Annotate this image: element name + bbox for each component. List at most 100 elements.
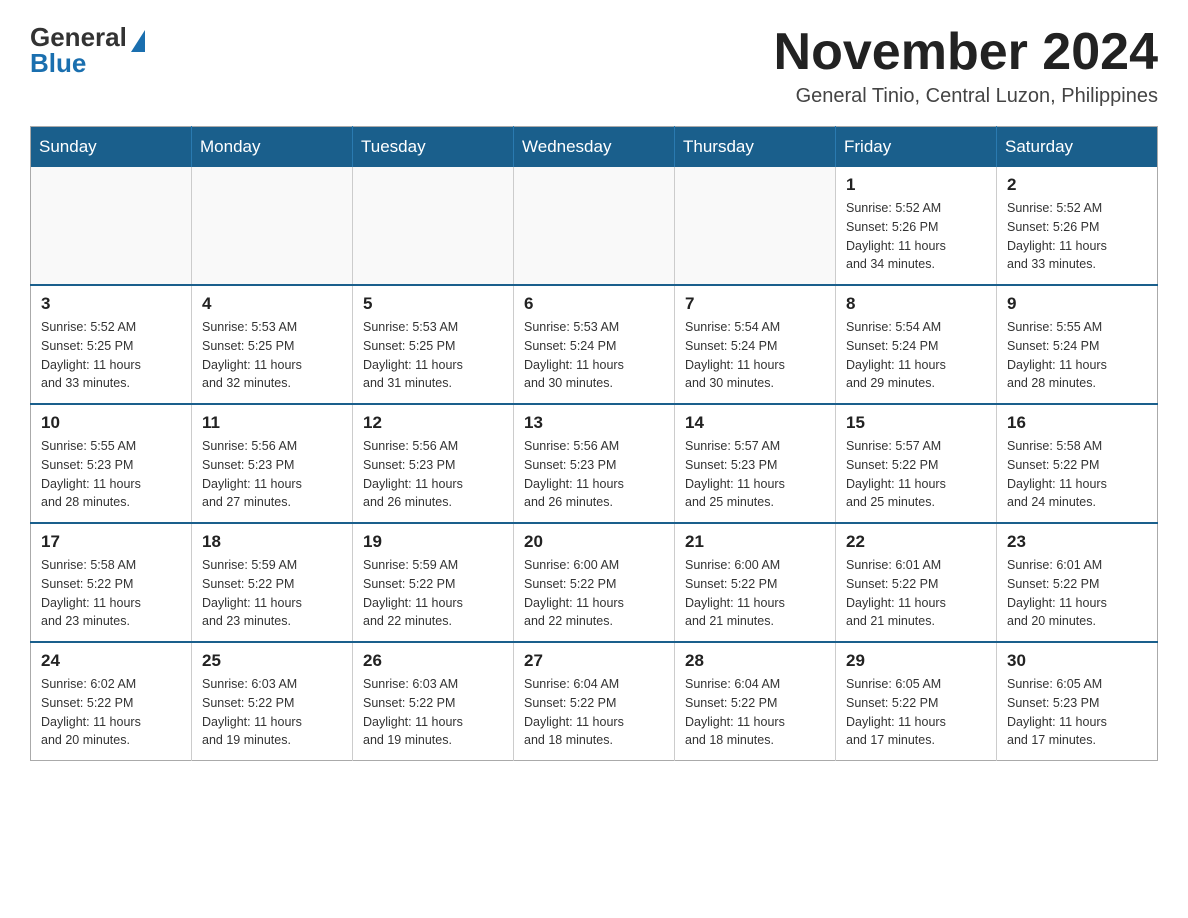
day-number: 4	[202, 294, 342, 314]
day-info: Sunrise: 5:56 AM Sunset: 5:23 PM Dayligh…	[524, 437, 664, 512]
day-info: Sunrise: 6:01 AM Sunset: 5:22 PM Dayligh…	[846, 556, 986, 631]
day-info: Sunrise: 5:58 AM Sunset: 5:22 PM Dayligh…	[1007, 437, 1147, 512]
day-number: 30	[1007, 651, 1147, 671]
day-number: 10	[41, 413, 181, 433]
day-number: 14	[685, 413, 825, 433]
day-number: 12	[363, 413, 503, 433]
calendar-week-row: 1Sunrise: 5:52 AM Sunset: 5:26 PM Daylig…	[31, 167, 1158, 285]
day-info: Sunrise: 5:52 AM Sunset: 5:26 PM Dayligh…	[1007, 199, 1147, 274]
day-info: Sunrise: 5:58 AM Sunset: 5:22 PM Dayligh…	[41, 556, 181, 631]
calendar-cell	[514, 167, 675, 285]
day-number: 25	[202, 651, 342, 671]
day-number: 20	[524, 532, 664, 552]
calendar-week-row: 17 Sunrise: 5:58 AM Sunset: 5:22 PM Dayli…	[31, 523, 1158, 642]
logo: General Blue	[30, 24, 145, 76]
day-number: 5	[363, 294, 503, 314]
day-number: 29	[846, 651, 986, 671]
day-info: Sunrise: 5:52 AM Sunset: 5:26 PM Dayligh…	[846, 199, 986, 274]
day-info: Sunrise: 5:56 AM Sunset: 5:23 PM Dayligh…	[363, 437, 503, 512]
day-info: Sunrise: 5:59 AM Sunset: 5:22 PM Dayligh…	[202, 556, 342, 631]
month-title: November 2024	[774, 24, 1158, 81]
day-number: 23	[1007, 532, 1147, 552]
day-number: 3	[41, 294, 181, 314]
day-info: Sunrise: 5:53 AM Sunset: 5:24 PM Dayligh…	[524, 318, 664, 393]
calendar-cell	[31, 167, 192, 285]
calendar-cell: 17 Sunrise: 5:58 AM Sunset: 5:22 PM Dayli…	[31, 523, 192, 642]
day-info: Sunrise: 5:59 AM Sunset: 5:22 PM Dayligh…	[363, 556, 503, 631]
calendar-cell: 15 Sunrise: 5:57 AM Sunset: 5:22 PM Dayli…	[836, 404, 997, 523]
calendar-cell: 21Sunrise: 6:00 AM Sunset: 5:22 PM Dayli…	[675, 523, 836, 642]
calendar-weekday-sunday: Sunday	[31, 127, 192, 168]
logo-blue: Blue	[30, 50, 86, 76]
day-number: 7	[685, 294, 825, 314]
day-number: 13	[524, 413, 664, 433]
logo-triangle-icon	[131, 30, 145, 52]
calendar-cell: 20 Sunrise: 6:00 AM Sunset: 5:22 PM Dayli…	[514, 523, 675, 642]
calendar-cell: 8 Sunrise: 5:54 AM Sunset: 5:24 PM Daylig…	[836, 285, 997, 404]
day-info: Sunrise: 5:55 AM Sunset: 5:24 PM Dayligh…	[1007, 318, 1147, 393]
calendar-cell: 14Sunrise: 5:57 AM Sunset: 5:23 PM Dayli…	[675, 404, 836, 523]
calendar-cell: 30 Sunrise: 6:05 AM Sunset: 5:23 PM Dayli…	[997, 642, 1158, 761]
calendar-cell: 3 Sunrise: 5:52 AM Sunset: 5:25 PM Daylig…	[31, 285, 192, 404]
day-info: Sunrise: 5:55 AM Sunset: 5:23 PM Dayligh…	[41, 437, 181, 512]
day-info: Sunrise: 5:53 AM Sunset: 5:25 PM Dayligh…	[202, 318, 342, 393]
day-number: 16	[1007, 413, 1147, 433]
calendar-cell: 13 Sunrise: 5:56 AM Sunset: 5:23 PM Dayli…	[514, 404, 675, 523]
day-number: 19	[363, 532, 503, 552]
calendar-weekday-thursday: Thursday	[675, 127, 836, 168]
page-header: General Blue November 2024 General Tinio…	[30, 24, 1158, 108]
day-info: Sunrise: 6:04 AM Sunset: 5:22 PM Dayligh…	[524, 675, 664, 750]
calendar-weekday-wednesday: Wednesday	[514, 127, 675, 168]
calendar-cell	[353, 167, 514, 285]
calendar-cell: 11 Sunrise: 5:56 AM Sunset: 5:23 PM Dayli…	[192, 404, 353, 523]
day-number: 28	[685, 651, 825, 671]
day-number: 9	[1007, 294, 1147, 314]
day-number: 15	[846, 413, 986, 433]
day-info: Sunrise: 5:52 AM Sunset: 5:25 PM Dayligh…	[41, 318, 181, 393]
calendar-cell: 18Sunrise: 5:59 AM Sunset: 5:22 PM Dayli…	[192, 523, 353, 642]
calendar-cell: 25Sunrise: 6:03 AM Sunset: 5:22 PM Dayli…	[192, 642, 353, 761]
calendar-cell	[675, 167, 836, 285]
calendar-weekday-tuesday: Tuesday	[353, 127, 514, 168]
calendar-table: SundayMondayTuesdayWednesdayThursdayFrid…	[30, 126, 1158, 761]
calendar-cell: 1Sunrise: 5:52 AM Sunset: 5:26 PM Daylig…	[836, 167, 997, 285]
calendar-cell: 9 Sunrise: 5:55 AM Sunset: 5:24 PM Daylig…	[997, 285, 1158, 404]
day-info: Sunrise: 6:02 AM Sunset: 5:22 PM Dayligh…	[41, 675, 181, 750]
calendar-cell	[192, 167, 353, 285]
calendar-week-row: 24Sunrise: 6:02 AM Sunset: 5:22 PM Dayli…	[31, 642, 1158, 761]
day-info: Sunrise: 5:57 AM Sunset: 5:22 PM Dayligh…	[846, 437, 986, 512]
logo-general: General	[30, 24, 127, 50]
day-number: 11	[202, 413, 342, 433]
calendar-cell: 7 Sunrise: 5:54 AM Sunset: 5:24 PM Daylig…	[675, 285, 836, 404]
calendar-weekday-monday: Monday	[192, 127, 353, 168]
day-number: 6	[524, 294, 664, 314]
day-info: Sunrise: 6:05 AM Sunset: 5:23 PM Dayligh…	[1007, 675, 1147, 750]
day-info: Sunrise: 5:56 AM Sunset: 5:23 PM Dayligh…	[202, 437, 342, 512]
calendar-week-row: 10 Sunrise: 5:55 AM Sunset: 5:23 PM Dayli…	[31, 404, 1158, 523]
calendar-cell: 2Sunrise: 5:52 AM Sunset: 5:26 PM Daylig…	[997, 167, 1158, 285]
location-title: General Tinio, Central Luzon, Philippine…	[774, 85, 1158, 108]
calendar-cell: 6 Sunrise: 5:53 AM Sunset: 5:24 PM Daylig…	[514, 285, 675, 404]
day-number: 17	[41, 532, 181, 552]
day-info: Sunrise: 5:54 AM Sunset: 5:24 PM Dayligh…	[685, 318, 825, 393]
day-number: 27	[524, 651, 664, 671]
day-info: Sunrise: 6:00 AM Sunset: 5:22 PM Dayligh…	[524, 556, 664, 631]
calendar-cell: 27 Sunrise: 6:04 AM Sunset: 5:22 PM Dayli…	[514, 642, 675, 761]
day-info: Sunrise: 6:01 AM Sunset: 5:22 PM Dayligh…	[1007, 556, 1147, 631]
day-info: Sunrise: 6:00 AM Sunset: 5:22 PM Dayligh…	[685, 556, 825, 631]
calendar-weekday-friday: Friday	[836, 127, 997, 168]
calendar-weekday-saturday: Saturday	[997, 127, 1158, 168]
day-info: Sunrise: 6:04 AM Sunset: 5:22 PM Dayligh…	[685, 675, 825, 750]
calendar-cell: 5Sunrise: 5:53 AM Sunset: 5:25 PM Daylig…	[353, 285, 514, 404]
calendar-week-row: 3 Sunrise: 5:52 AM Sunset: 5:25 PM Daylig…	[31, 285, 1158, 404]
day-info: Sunrise: 6:03 AM Sunset: 5:22 PM Dayligh…	[363, 675, 503, 750]
day-info: Sunrise: 6:05 AM Sunset: 5:22 PM Dayligh…	[846, 675, 986, 750]
calendar-cell: 12 Sunrise: 5:56 AM Sunset: 5:23 PM Dayli…	[353, 404, 514, 523]
calendar-cell: 22Sunrise: 6:01 AM Sunset: 5:22 PM Dayli…	[836, 523, 997, 642]
day-info: Sunrise: 5:54 AM Sunset: 5:24 PM Dayligh…	[846, 318, 986, 393]
calendar-cell: 19 Sunrise: 5:59 AM Sunset: 5:22 PM Dayli…	[353, 523, 514, 642]
calendar-cell: 16 Sunrise: 5:58 AM Sunset: 5:22 PM Dayli…	[997, 404, 1158, 523]
day-number: 8	[846, 294, 986, 314]
calendar-cell: 26Sunrise: 6:03 AM Sunset: 5:22 PM Dayli…	[353, 642, 514, 761]
calendar-cell: 4 Sunrise: 5:53 AM Sunset: 5:25 PM Daylig…	[192, 285, 353, 404]
